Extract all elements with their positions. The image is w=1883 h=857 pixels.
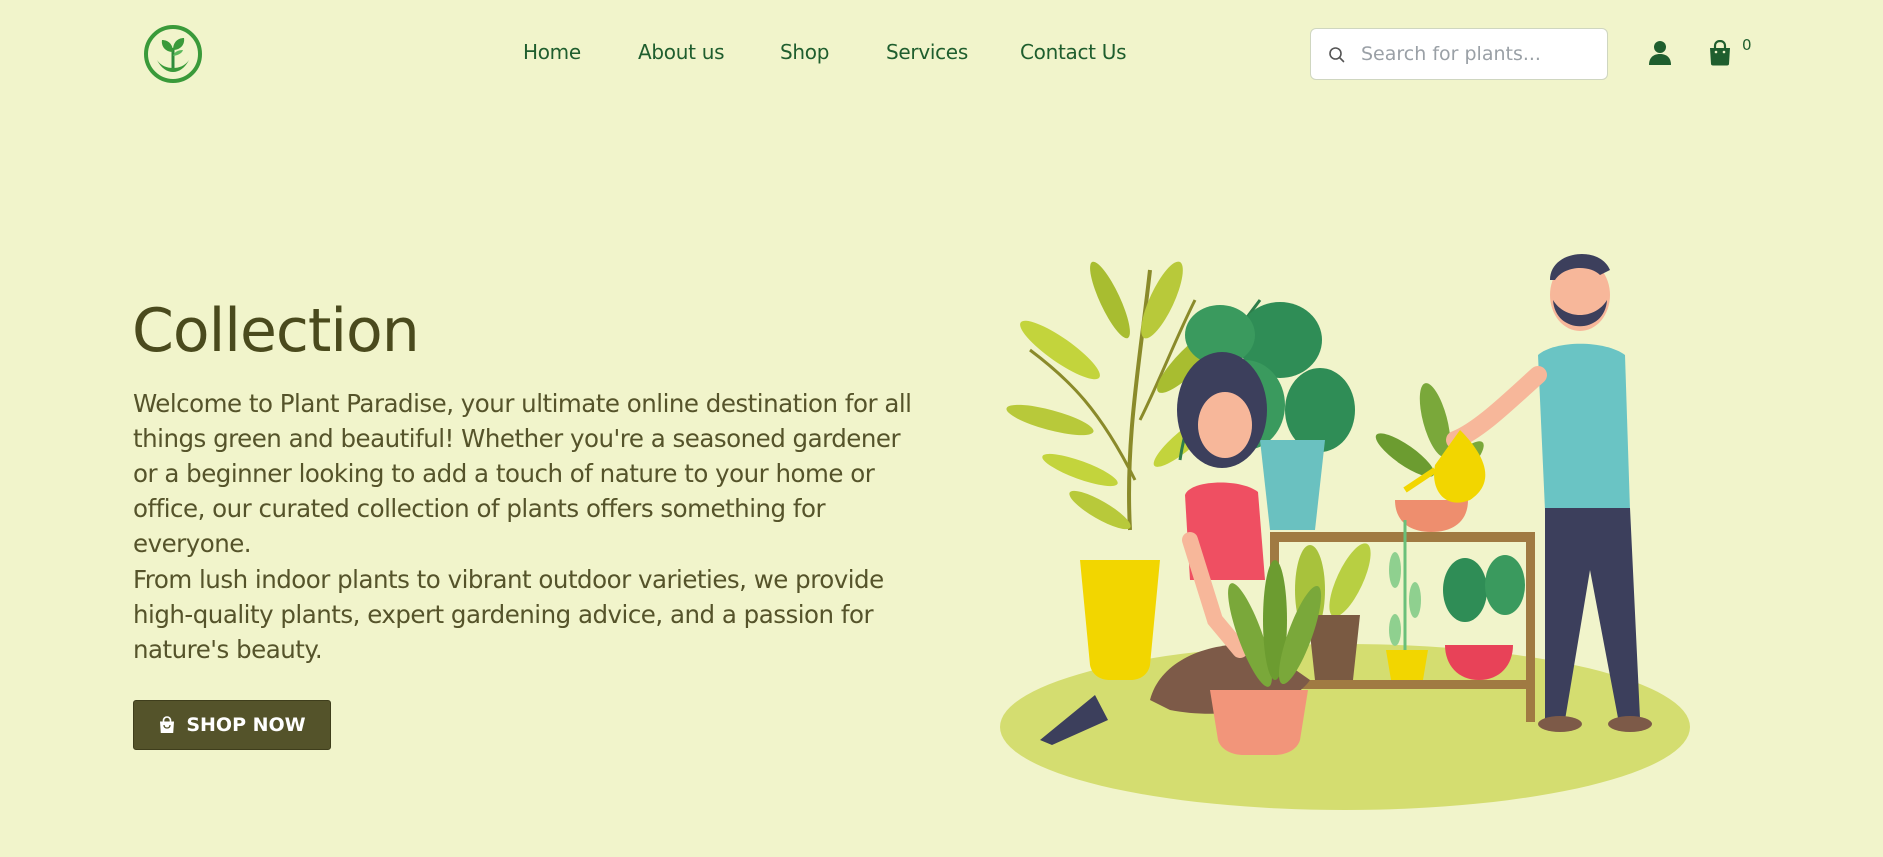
shelf-bottom-plants [1295, 520, 1525, 680]
people-gardening-illustration [1000, 253, 1690, 810]
search-input[interactable] [1361, 39, 1597, 69]
search-icon [1329, 47, 1345, 63]
shopping-bag-icon [160, 716, 175, 733]
nav-services[interactable]: Services [886, 40, 968, 64]
hero-paragraph-1: Welcome to Plant Paradise, your ultimate… [133, 389, 912, 558]
shop-now-label: SHOP NOW [186, 714, 306, 736]
cart-button[interactable] [1708, 39, 1732, 66]
shop-now-button[interactable]: SHOP NOW [133, 700, 331, 750]
nav-home[interactable]: Home [523, 40, 581, 64]
shopping-bag-icon [1710, 39, 1730, 66]
user-icon [1649, 41, 1671, 65]
nav-about-us[interactable]: About us [638, 40, 724, 64]
nav-shop[interactable]: Shop [780, 40, 829, 64]
nav-contact-us[interactable]: Contact Us [1020, 40, 1127, 64]
cart-count-badge: 0 [1742, 36, 1752, 54]
hero-title: Collection [132, 296, 420, 366]
user-account-button[interactable] [1648, 40, 1672, 66]
hero-paragraph-2: From lush indoor plants to vibrant outdo… [133, 565, 884, 664]
search-box [1310, 28, 1608, 80]
